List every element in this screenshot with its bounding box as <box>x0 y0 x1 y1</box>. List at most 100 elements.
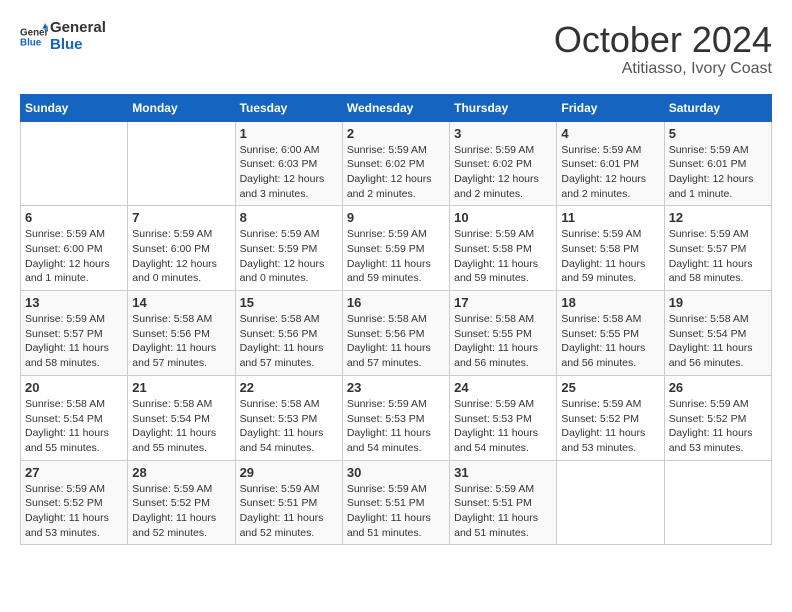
day-number: 7 <box>132 210 230 225</box>
day-number: 17 <box>454 295 552 310</box>
day-number: 16 <box>347 295 445 310</box>
day-number: 10 <box>454 210 552 225</box>
logo: General Blue General Blue <box>20 20 106 53</box>
logo-text-general: General <box>50 20 106 37</box>
page-header: General Blue General Blue October 2024 A… <box>20 20 772 78</box>
day-info: Sunrise: 5:58 AM Sunset: 5:54 PM Dayligh… <box>25 397 123 456</box>
day-number: 21 <box>132 380 230 395</box>
day-info: Sunrise: 5:58 AM Sunset: 5:55 PM Dayligh… <box>454 312 552 371</box>
calendar-cell <box>664 460 771 545</box>
calendar-cell: 30Sunrise: 5:59 AM Sunset: 5:51 PM Dayli… <box>342 460 449 545</box>
calendar-cell: 26Sunrise: 5:59 AM Sunset: 5:52 PM Dayli… <box>664 375 771 460</box>
weekday-header-tuesday: Tuesday <box>235 94 342 121</box>
weekday-header-saturday: Saturday <box>664 94 771 121</box>
day-number: 29 <box>240 465 338 480</box>
logo-icon: General Blue <box>20 23 48 51</box>
day-number: 28 <box>132 465 230 480</box>
day-number: 9 <box>347 210 445 225</box>
day-number: 5 <box>669 126 767 141</box>
day-info: Sunrise: 5:59 AM Sunset: 6:00 PM Dayligh… <box>25 227 123 286</box>
calendar-cell: 7 Sunrise: 5:59 AM Sunset: 6:00 PM Daylig… <box>128 206 235 291</box>
calendar-week-3: 13 Sunrise: 5:59 AM Sunset: 5:57 PM Dayli… <box>21 291 772 376</box>
day-info: Sunrise: 5:59 AM Sunset: 6:02 PM Dayligh… <box>454 143 552 202</box>
title-block: October 2024 Atitiasso, Ivory Coast <box>554 20 772 78</box>
calendar-cell: 10Sunrise: 5:59 AM Sunset: 5:58 PM Dayli… <box>450 206 557 291</box>
calendar-body: 1 Sunrise: 6:00 AM Sunset: 6:03 PM Daylig… <box>21 121 772 545</box>
day-info: Sunrise: 5:58 AM Sunset: 5:55 PM Dayligh… <box>561 312 659 371</box>
day-info: Sunrise: 5:59 AM Sunset: 5:52 PM Dayligh… <box>561 397 659 456</box>
day-info: Sunrise: 5:59 AM Sunset: 6:01 PM Dayligh… <box>561 143 659 202</box>
day-info: Sunrise: 5:59 AM Sunset: 6:01 PM Dayligh… <box>669 143 767 202</box>
day-number: 4 <box>561 126 659 141</box>
day-info: Sunrise: 5:59 AM Sunset: 5:59 PM Dayligh… <box>347 227 445 286</box>
day-number: 13 <box>25 295 123 310</box>
calendar-cell: 22Sunrise: 5:58 AM Sunset: 5:53 PM Dayli… <box>235 375 342 460</box>
calendar-cell: 28 Sunrise: 5:59 AM Sunset: 5:52 PM Dayli… <box>128 460 235 545</box>
calendar-cell: 6 Sunrise: 5:59 AM Sunset: 6:00 PM Daylig… <box>21 206 128 291</box>
calendar-cell: 27Sunrise: 5:59 AM Sunset: 5:52 PM Dayli… <box>21 460 128 545</box>
day-number: 8 <box>240 210 338 225</box>
day-info: Sunrise: 5:59 AM Sunset: 5:51 PM Dayligh… <box>240 482 338 541</box>
day-info: Sunrise: 5:59 AM Sunset: 6:02 PM Dayligh… <box>347 143 445 202</box>
month-title: October 2024 <box>554 20 772 60</box>
calendar-cell: 19Sunrise: 5:58 AM Sunset: 5:54 PM Dayli… <box>664 291 771 376</box>
calendar-cell: 4 Sunrise: 5:59 AM Sunset: 6:01 PM Daylig… <box>557 121 664 206</box>
calendar-cell: 1 Sunrise: 6:00 AM Sunset: 6:03 PM Daylig… <box>235 121 342 206</box>
day-number: 24 <box>454 380 552 395</box>
weekday-header-thursday: Thursday <box>450 94 557 121</box>
calendar-cell: 23Sunrise: 5:59 AM Sunset: 5:53 PM Dayli… <box>342 375 449 460</box>
calendar-cell: 29 Sunrise: 5:59 AM Sunset: 5:51 PM Dayli… <box>235 460 342 545</box>
day-info: Sunrise: 5:58 AM Sunset: 5:56 PM Dayligh… <box>240 312 338 371</box>
day-info: Sunrise: 5:59 AM Sunset: 5:53 PM Dayligh… <box>347 397 445 456</box>
calendar-week-1: 1 Sunrise: 6:00 AM Sunset: 6:03 PM Daylig… <box>21 121 772 206</box>
calendar-cell: 9 Sunrise: 5:59 AM Sunset: 5:59 PM Daylig… <box>342 206 449 291</box>
day-number: 1 <box>240 126 338 141</box>
calendar-cell: 12 Sunrise: 5:59 AM Sunset: 5:57 PM Dayli… <box>664 206 771 291</box>
weekday-header-friday: Friday <box>557 94 664 121</box>
calendar-week-5: 27 Sunrise: 5:59 AM Sunset: 5:52 PM Dayli… <box>21 460 772 545</box>
day-number: 12 <box>669 210 767 225</box>
calendar-cell: 17 Sunrise: 5:58 AM Sunset: 5:55 PM Dayli… <box>450 291 557 376</box>
day-number: 27 <box>25 465 123 480</box>
weekday-header-wednesday: Wednesday <box>342 94 449 121</box>
calendar-cell: 21 Sunrise: 5:58 AM Sunset: 5:54 PM Dayli… <box>128 375 235 460</box>
day-number: 15 <box>240 295 338 310</box>
day-number: 31 <box>454 465 552 480</box>
calendar-cell: 14Sunrise: 5:58 AM Sunset: 5:56 PM Dayli… <box>128 291 235 376</box>
day-info: Sunrise: 5:59 AM Sunset: 6:00 PM Dayligh… <box>132 227 230 286</box>
day-info: Sunrise: 5:59 AM Sunset: 5:52 PM Dayligh… <box>132 482 230 541</box>
calendar-cell <box>557 460 664 545</box>
calendar-cell: 16 Sunrise: 5:58 AM Sunset: 5:56 PM Dayli… <box>342 291 449 376</box>
calendar-week-4: 20Sunrise: 5:58 AM Sunset: 5:54 PM Dayli… <box>21 375 772 460</box>
day-info: Sunrise: 6:00 AM Sunset: 6:03 PM Dayligh… <box>240 143 338 202</box>
day-number: 25 <box>561 380 659 395</box>
day-number: 19 <box>669 295 767 310</box>
day-info: Sunrise: 5:58 AM Sunset: 5:56 PM Dayligh… <box>347 312 445 371</box>
day-number: 18 <box>561 295 659 310</box>
day-info: Sunrise: 5:59 AM Sunset: 5:51 PM Dayligh… <box>454 482 552 541</box>
calendar-cell: 11 Sunrise: 5:59 AM Sunset: 5:58 PM Dayli… <box>557 206 664 291</box>
day-info: Sunrise: 5:59 AM Sunset: 5:53 PM Dayligh… <box>454 397 552 456</box>
day-info: Sunrise: 5:59 AM Sunset: 5:57 PM Dayligh… <box>669 227 767 286</box>
day-info: Sunrise: 5:58 AM Sunset: 5:53 PM Dayligh… <box>240 397 338 456</box>
day-info: Sunrise: 5:59 AM Sunset: 5:57 PM Dayligh… <box>25 312 123 371</box>
calendar-cell: 31 Sunrise: 5:59 AM Sunset: 5:51 PM Dayli… <box>450 460 557 545</box>
location: Atitiasso, Ivory Coast <box>554 60 772 78</box>
calendar-cell: 8 Sunrise: 5:59 AM Sunset: 5:59 PM Daylig… <box>235 206 342 291</box>
day-info: Sunrise: 5:58 AM Sunset: 5:54 PM Dayligh… <box>132 397 230 456</box>
calendar-cell: 15 Sunrise: 5:58 AM Sunset: 5:56 PM Dayli… <box>235 291 342 376</box>
calendar-cell: 2Sunrise: 5:59 AM Sunset: 6:02 PM Daylig… <box>342 121 449 206</box>
calendar-cell: 20Sunrise: 5:58 AM Sunset: 5:54 PM Dayli… <box>21 375 128 460</box>
calendar-cell <box>128 121 235 206</box>
day-info: Sunrise: 5:59 AM Sunset: 5:58 PM Dayligh… <box>561 227 659 286</box>
day-number: 3 <box>454 126 552 141</box>
weekday-header-row: SundayMondayTuesdayWednesdayThursdayFrid… <box>21 94 772 121</box>
calendar-cell: 3 Sunrise: 5:59 AM Sunset: 6:02 PM Daylig… <box>450 121 557 206</box>
day-info: Sunrise: 5:59 AM Sunset: 5:59 PM Dayligh… <box>240 227 338 286</box>
day-number: 11 <box>561 210 659 225</box>
day-number: 26 <box>669 380 767 395</box>
weekday-header-monday: Monday <box>128 94 235 121</box>
day-number: 6 <box>25 210 123 225</box>
day-info: Sunrise: 5:59 AM Sunset: 5:51 PM Dayligh… <box>347 482 445 541</box>
calendar-cell: 25 Sunrise: 5:59 AM Sunset: 5:52 PM Dayli… <box>557 375 664 460</box>
